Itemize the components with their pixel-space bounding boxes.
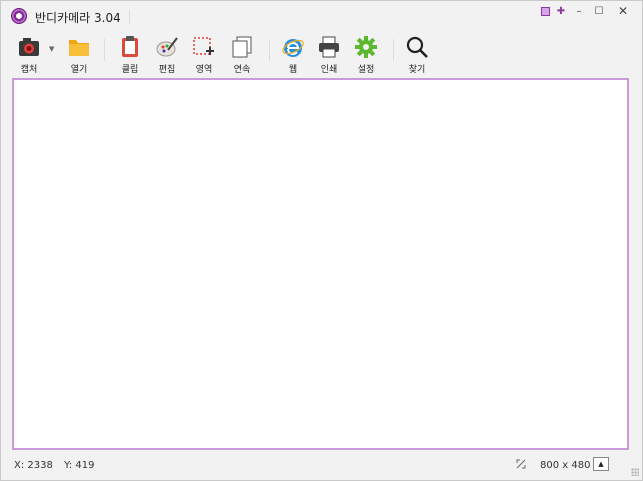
find-label: 찾기 [408, 65, 426, 75]
scroll-up-button[interactable]: ▲ [593, 457, 609, 471]
printer-icon [319, 36, 339, 58]
image-canvas[interactable] [12, 78, 629, 450]
window-controls: ✚ – ☐ ✕ [538, 3, 636, 19]
continuous-label: 연속 [233, 65, 251, 75]
toolbar-divider [104, 39, 105, 61]
settings-button[interactable]: 설정 [350, 35, 382, 75]
edit-label: 편집 [158, 65, 176, 75]
title-bar[interactable]: 반디카메라 3.04 ✚ – ☐ ✕ [1, 1, 642, 31]
web-button[interactable]: 웹 [277, 35, 309, 75]
capture-button[interactable]: 캡처 [13, 35, 45, 75]
print-label: 인쇄 [320, 65, 338, 75]
region-label: 영역 [195, 65, 213, 75]
pin-button[interactable]: ✚ [554, 3, 568, 19]
clip-label: 클립 [121, 65, 139, 75]
resize-icon[interactable] [516, 459, 526, 469]
open-label: 열기 [70, 65, 88, 75]
find-button[interactable]: 찾기 [401, 35, 433, 75]
title-divider [129, 10, 130, 24]
capture-mode-icon [540, 6, 550, 16]
web-icon [282, 39, 304, 57]
pin-icon: ✚ [556, 5, 566, 17]
x-coordinate: X: 2338 [14, 460, 53, 471]
window-title: 반디카메라 3.04 [35, 11, 121, 25]
cursor-coordinates: X: 2338 Y: 419 [14, 460, 102, 471]
resize-grip-icon[interactable] [631, 468, 639, 476]
clipboard-icon [122, 36, 138, 57]
camera-icon [19, 38, 39, 56]
app-logo-icon[interactable] [11, 8, 27, 24]
toolbar: 캡처 ▼ 열기 클립 편집 영역 연속 웹 인쇄 설정 찾기 [1, 31, 642, 76]
continuous-button[interactable]: 연속 [226, 35, 258, 75]
folder-icon [69, 40, 89, 56]
app-window: 반디카메라 3.04 ✚ – ☐ ✕ 캡처 ▼ 열기 클립 편집 영역 연속 웹… [0, 0, 643, 481]
clip-button[interactable]: 클립 [114, 35, 146, 75]
region-button[interactable]: 영역 [188, 35, 220, 75]
capture-dropdown-arrow-icon[interactable]: ▼ [49, 45, 54, 53]
open-button[interactable]: 열기 [63, 35, 95, 75]
edit-button[interactable]: 편집 [151, 35, 183, 75]
maximize-button[interactable]: ☐ [590, 3, 608, 19]
close-button[interactable]: ✕ [610, 3, 636, 19]
toolbar-divider [393, 39, 394, 61]
y-coordinate: Y: 419 [64, 460, 95, 471]
palette-icon [156, 37, 178, 57]
web-label: 웹 [288, 65, 298, 75]
minimize-button[interactable]: – [570, 3, 588, 19]
capture-mode-button[interactable] [538, 3, 552, 19]
search-icon [406, 36, 428, 58]
region-select-icon [193, 37, 214, 55]
settings-label: 설정 [357, 65, 375, 75]
toolbar-divider [269, 39, 270, 61]
gear-icon [355, 36, 377, 58]
continuous-icon [232, 36, 252, 58]
print-button[interactable]: 인쇄 [313, 35, 345, 75]
status-bar: X: 2338 Y: 419 800 x 480 ▲ [1, 453, 642, 479]
capture-label: 캡처 [20, 65, 38, 75]
image-size: 800 x 480 [540, 460, 591, 471]
